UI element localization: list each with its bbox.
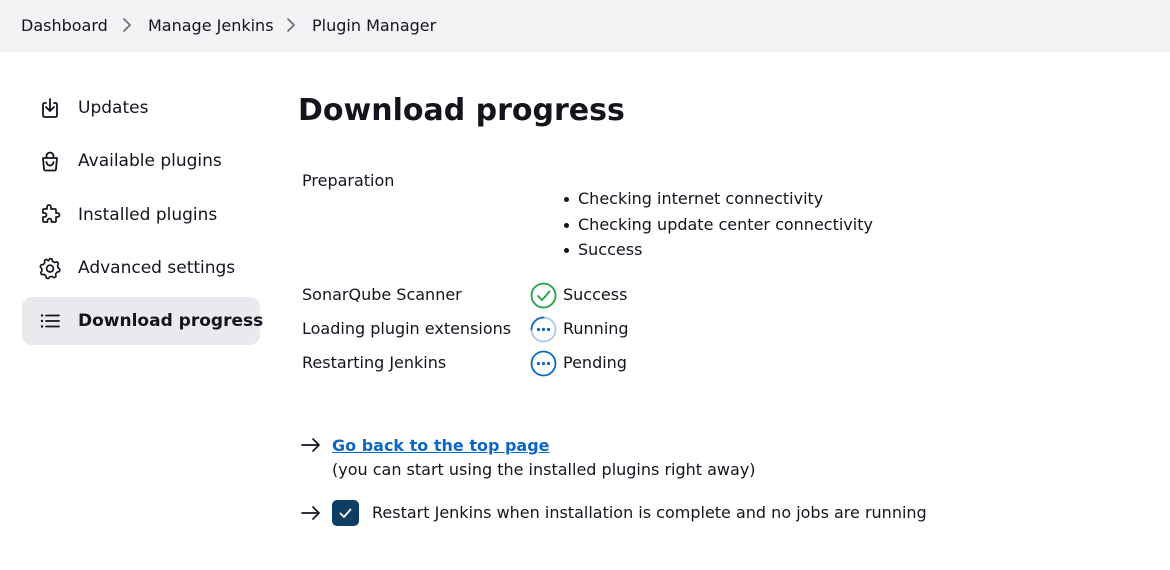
pending-dots-icon [530,350,557,377]
sidebar-item-available-plugins[interactable]: Available plugins [22,137,260,185]
checkmark-icon [339,508,352,518]
job-name: SonarQube Scanner [302,285,462,304]
chevron-right-icon [287,18,295,32]
sidebar-item-label: Download progress [78,311,264,331]
job-status: Pending [563,353,627,372]
preparation-label: Preparation [302,171,395,190]
list-item: Checking update center connectivity [564,212,873,238]
sidebar-item-advanced-settings[interactable]: Advanced settings [22,244,260,292]
list-icon [40,314,60,328]
chevron-right-icon [123,18,131,32]
sidebar-item-installed-plugins[interactable]: Installed plugins [22,191,260,239]
download-icon [42,98,58,118]
job-status: Running [563,319,629,338]
shopping-bag-icon [42,151,58,172]
puzzle-piece-icon [42,204,61,223]
back-to-top-link[interactable]: Go back to the top page [332,436,550,456]
sidebar-item-label: Installed plugins [78,205,218,225]
back-to-top-note: (you can start using the installed plugi… [332,460,756,479]
preparation-steps: Checking internet connectivity Checking … [564,186,873,263]
list-item: Success [564,237,873,263]
running-dots-icon [530,316,557,343]
job-name: Restarting Jenkins [302,353,447,372]
restart-checkbox-label[interactable]: Restart Jenkins when installation is com… [372,503,927,523]
breadcrumb-dashboard[interactable]: Dashboard [21,16,108,36]
arrow-right-icon [301,506,320,520]
sidebar-item-label: Updates [78,98,149,118]
breadcrumb: Dashboard Manage Jenkins Plugin Manager [0,0,1170,52]
page-title: Download progress [298,93,625,128]
list-item: Checking internet connectivity [564,186,873,212]
gear-icon [39,257,61,280]
sidebar-item-label: Available plugins [78,151,222,171]
check-circle-icon [530,282,557,309]
sidebar-item-label: Advanced settings [78,258,236,278]
breadcrumb-manage-jenkins[interactable]: Manage Jenkins [148,16,274,36]
job-status: Success [563,285,628,304]
breadcrumb-plugin-manager[interactable]: Plugin Manager [312,16,436,36]
arrow-right-icon [301,438,320,452]
job-name: Loading plugin extensions [302,319,512,338]
restart-checkbox[interactable] [332,500,359,526]
sidebar-item-updates[interactable]: Updates [22,84,260,132]
sidebar-item-download-progress[interactable]: Download progress [22,297,264,345]
